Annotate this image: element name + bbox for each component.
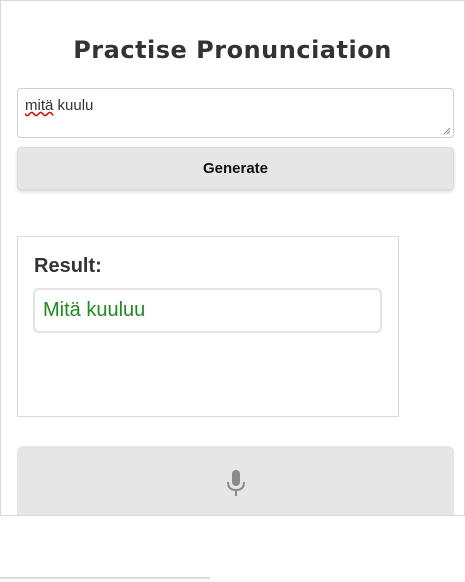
page-title: Practise Pronunciation: [73, 36, 392, 64]
input-rest-text: kuulu: [53, 97, 94, 114]
result-output: Mitä kuuluu: [33, 288, 382, 333]
phrase-input-value[interactable]: mitä kuulu: [25, 97, 93, 114]
record-button[interactable]: [17, 446, 454, 522]
resize-handle-icon[interactable]: [443, 127, 451, 135]
phrase-input[interactable]: mitä kuulu: [17, 88, 454, 138]
result-card: Result: Mitä kuuluu: [17, 236, 399, 417]
microphone-icon: [226, 470, 245, 496]
bottom-divider: [0, 577, 210, 579]
result-label: Result:: [34, 255, 102, 277]
generate-button[interactable]: Generate: [17, 147, 454, 190]
bottom-panel: [0, 515, 465, 582]
spellcheck-word: mitä: [25, 97, 54, 114]
result-text: Mitä kuuluu: [43, 299, 146, 321]
